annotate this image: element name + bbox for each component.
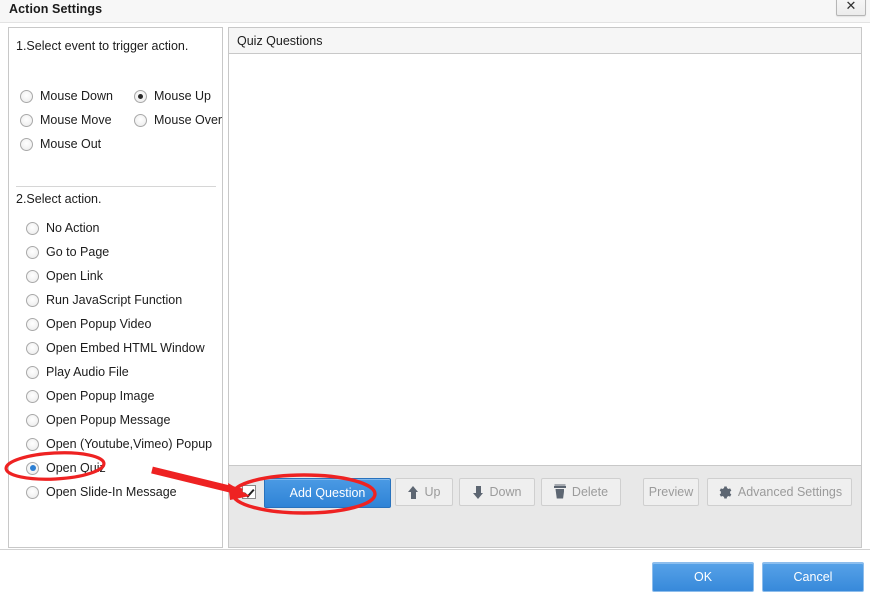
radio-label: No Action: [46, 221, 100, 235]
radio-label: Mouse Over: [154, 113, 223, 127]
radio-label: Play Audio File: [46, 365, 129, 379]
ok-button[interactable]: OK: [652, 562, 754, 592]
radio-label: Open Popup Image: [46, 389, 155, 403]
cancel-button[interactable]: Cancel: [762, 562, 864, 592]
radio-label: Open Slide-In Message: [46, 485, 177, 499]
action-settings-dialog: Action Settings ✕ 1.Select event to trig…: [0, 0, 870, 607]
radio-indicator: [20, 89, 33, 103]
gear-icon: [717, 485, 732, 500]
action-section-title: 2.Select action.: [16, 192, 102, 206]
radio-indicator: [26, 341, 39, 355]
preview-button[interactable]: Preview: [643, 478, 699, 506]
radio-open-embed-html-window[interactable]: Open Embed HTML Window: [26, 341, 205, 355]
radio-label: Mouse Up: [154, 89, 211, 103]
radio-no-action[interactable]: No Action: [26, 221, 100, 235]
arrow-down-icon: [472, 485, 484, 499]
radio-open-slide-in-message[interactable]: Open Slide-In Message: [26, 485, 177, 499]
preview-label: Preview: [648, 485, 694, 499]
radio-indicator: [26, 437, 39, 451]
window-title: Action Settings: [9, 2, 103, 16]
add-question-label: Add Question: [289, 486, 366, 500]
radio-indicator: [26, 389, 39, 403]
radio-indicator: [20, 113, 33, 127]
radio-mouse-out[interactable]: Mouse Out: [20, 137, 101, 151]
radio-label: Open Popup Message: [46, 413, 171, 427]
move-down-button[interactable]: Down: [459, 478, 535, 506]
radio-play-audio-file[interactable]: Play Audio File: [26, 365, 129, 379]
radio-indicator: [26, 245, 39, 259]
radio-label: Mouse Out: [40, 137, 102, 151]
quiz-questions-list[interactable]: [229, 55, 861, 465]
radio-mouse-move[interactable]: Mouse Move: [20, 113, 112, 127]
radio-open-youtube-vimeo-popup[interactable]: Open (Youtube,Vimeo) Popup: [26, 437, 212, 451]
radio-indicator: [134, 89, 147, 103]
radio-indicator: [26, 461, 39, 475]
radio-indicator: [26, 485, 39, 499]
select-all-checkbox[interactable]: [242, 485, 256, 499]
radio-open-popup-video[interactable]: Open Popup Video: [26, 317, 151, 331]
radio-indicator: [134, 113, 147, 127]
arrow-up-icon: [407, 485, 419, 499]
quiz-questions-title: Quiz Questions: [237, 34, 323, 48]
window-titlebar: Action Settings ✕: [0, 0, 870, 23]
quiz-toolbar: Add Question Up Down Delete Preview Adva…: [229, 465, 861, 547]
radio-open-popup-image[interactable]: Open Popup Image: [26, 389, 154, 403]
radio-mouse-down[interactable]: Mouse Down: [20, 89, 113, 103]
dialog-footer: OK Cancel: [0, 549, 870, 607]
radio-go-to-page[interactable]: Go to Page: [26, 245, 109, 259]
radio-indicator: [26, 221, 39, 235]
radio-open-popup-message[interactable]: Open Popup Message: [26, 413, 170, 427]
quiz-questions-header: Quiz Questions: [229, 27, 861, 54]
radio-indicator: [20, 137, 33, 151]
ok-label: OK: [693, 570, 713, 584]
radio-label: Open Popup Video: [46, 317, 152, 331]
radio-indicator: [26, 365, 39, 379]
advanced-settings-button[interactable]: Advanced Settings: [707, 478, 852, 506]
radio-open-quiz[interactable]: Open Quiz: [26, 461, 106, 475]
close-icon[interactable]: ✕: [836, 0, 866, 16]
radio-label: Open Link: [46, 269, 103, 283]
trash-icon: [553, 485, 566, 499]
radio-label: Go to Page: [46, 245, 110, 259]
radio-indicator: [26, 269, 39, 283]
quiz-questions-panel: Quiz Questions Add Question Up Down Dele…: [228, 27, 862, 548]
cancel-label: Cancel: [793, 570, 833, 584]
event-section-title: 1.Select event to trigger action.: [16, 39, 189, 53]
add-question-button[interactable]: Add Question: [264, 478, 391, 508]
move-up-label: Up: [424, 485, 441, 499]
radio-label: Open (Youtube,Vimeo) Popup: [46, 437, 213, 451]
radio-open-link[interactable]: Open Link: [26, 269, 103, 283]
radio-indicator: [26, 413, 39, 427]
move-down-label: Down: [489, 485, 522, 499]
radio-label: Mouse Down: [40, 89, 113, 103]
advanced-settings-label: Advanced Settings: [737, 485, 843, 499]
radio-label: Open Embed HTML Window: [46, 341, 205, 355]
radio-mouse-over[interactable]: Mouse Over: [134, 113, 222, 127]
radio-run-javascript-function[interactable]: Run JavaScript Function: [26, 293, 182, 307]
radio-label: Open Quiz: [46, 461, 106, 475]
radio-indicator: [26, 317, 39, 331]
delete-button[interactable]: Delete: [541, 478, 621, 506]
delete-label: Delete: [571, 485, 609, 499]
panel-divider: [16, 186, 216, 187]
radio-mouse-up[interactable]: Mouse Up: [134, 89, 211, 103]
radio-label: Mouse Move: [40, 113, 112, 127]
close-glyph: ✕: [845, 0, 857, 13]
move-up-button[interactable]: Up: [395, 478, 453, 506]
radio-label: Run JavaScript Function: [46, 293, 183, 307]
left-settings-panel: 1.Select event to trigger action. Mouse …: [8, 27, 223, 548]
radio-indicator: [26, 293, 39, 307]
